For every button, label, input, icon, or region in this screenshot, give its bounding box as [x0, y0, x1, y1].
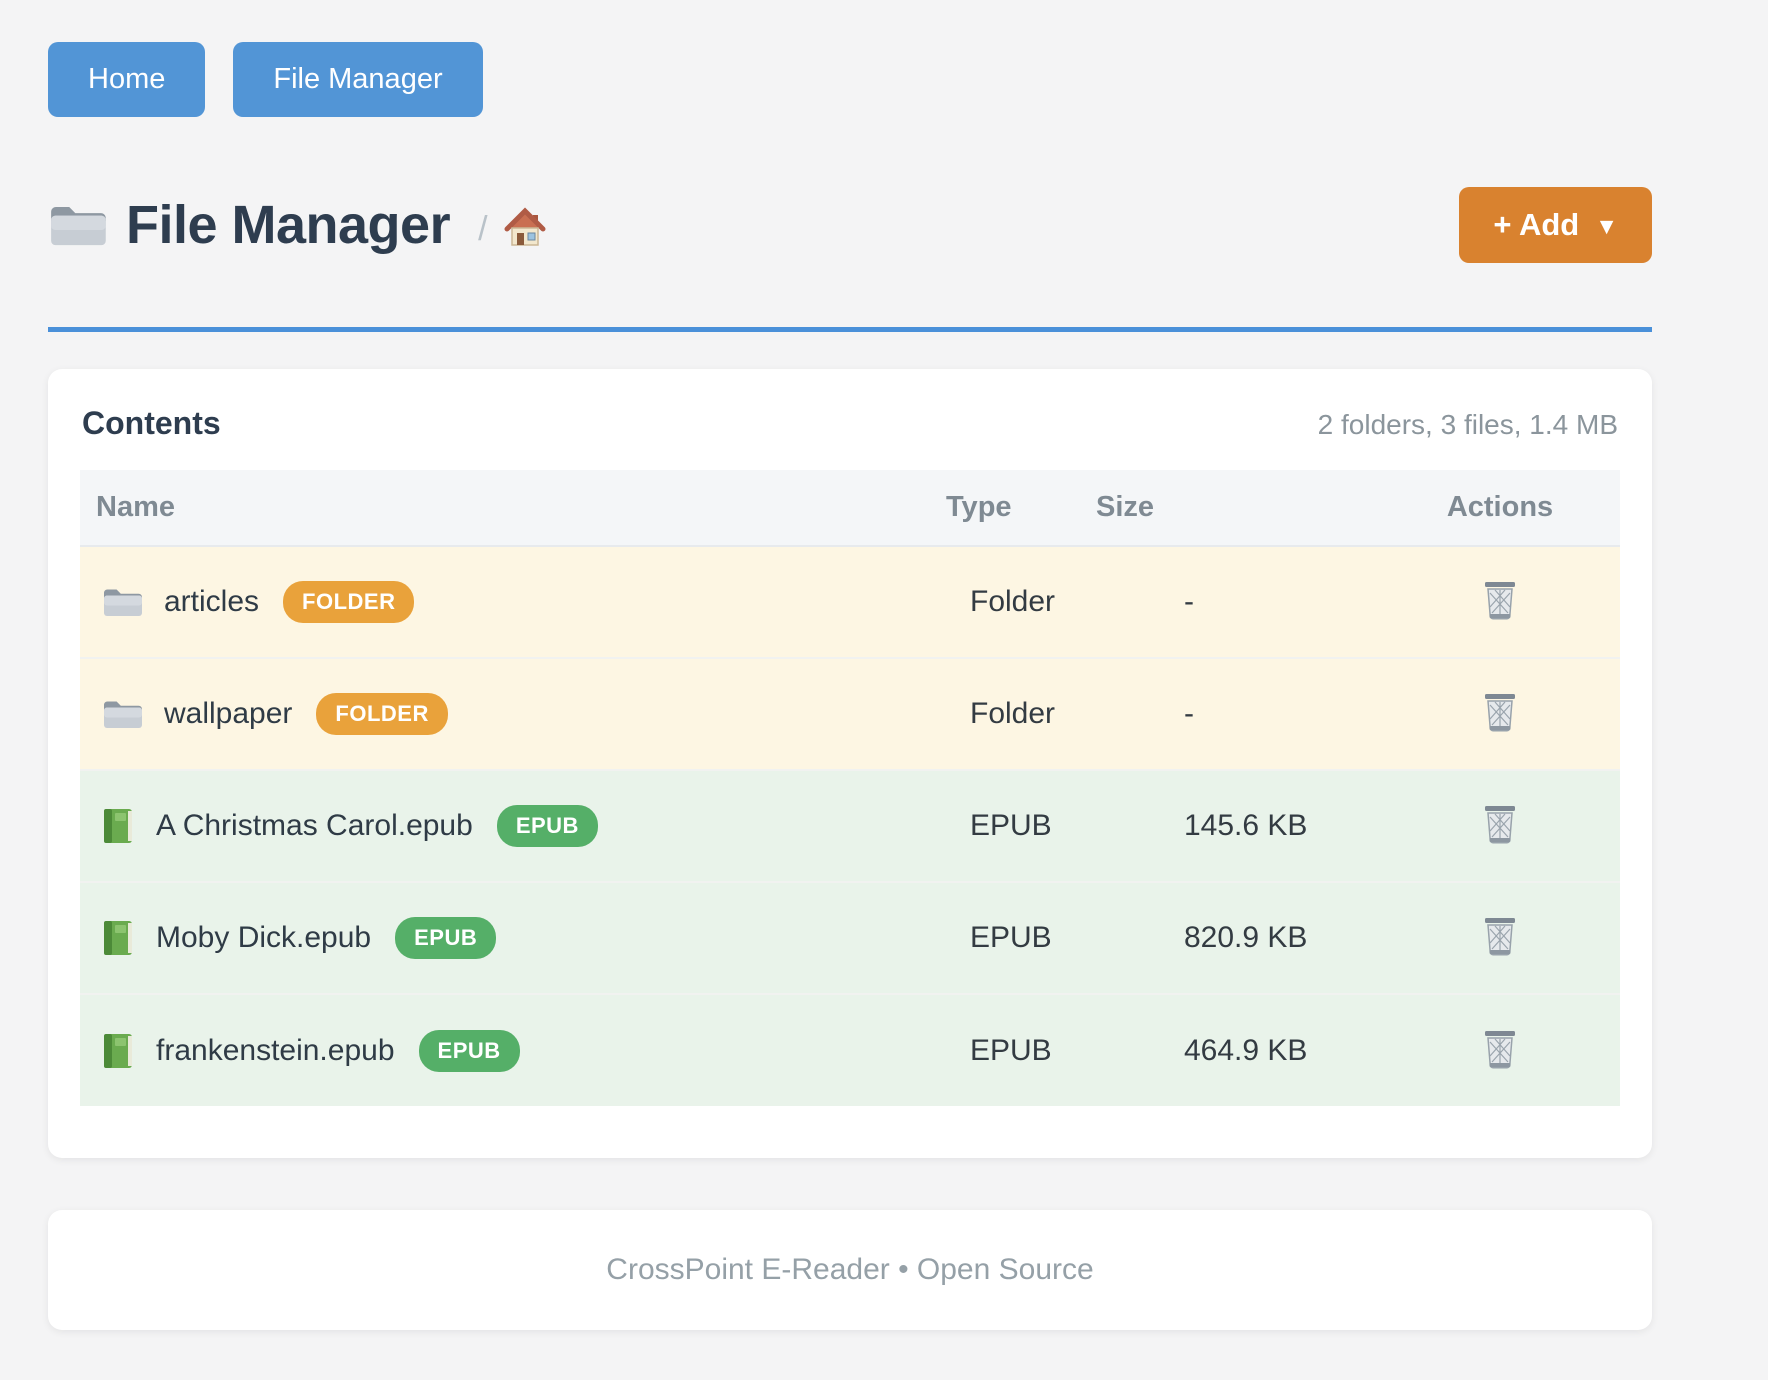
table-row[interactable]: articles FOLDER Folder - — [80, 546, 1620, 658]
column-header-actions: Actions — [1380, 470, 1620, 546]
file-name: Moby Dick.epub — [156, 921, 371, 955]
delete-button[interactable] — [1476, 576, 1524, 624]
contents-summary: 2 folders, 3 files, 1.4 MB — [1318, 409, 1618, 441]
file-name: wallpaper — [164, 697, 292, 731]
table-row[interactable]: Moby Dick.epub EPUB EPUB 820.9 KB — [80, 882, 1620, 994]
green-book-icon — [102, 807, 134, 845]
green-book-icon — [102, 1032, 134, 1070]
nav-home-button[interactable]: Home — [48, 42, 205, 117]
page-title: File Manager — [126, 194, 450, 256]
size-cell: 820.9 KB — [1080, 882, 1380, 994]
folder-icon — [102, 698, 142, 730]
file-name: frankenstein.epub — [156, 1034, 395, 1068]
page: Home File Manager File Manager / + Add ▼… — [0, 0, 1768, 1330]
file-name: articles — [164, 585, 259, 619]
trash-icon — [1482, 608, 1518, 623]
title-divider — [48, 327, 1652, 332]
type-cell: EPUB — [930, 770, 1080, 882]
type-badge: FOLDER — [283, 581, 414, 623]
type-badge: EPUB — [497, 805, 598, 847]
file-table: Name Type Size Actions articles FOLDER F… — [80, 470, 1620, 1106]
footer-text: CrossPoint E-Reader • Open Source — [606, 1253, 1093, 1287]
trash-icon — [1482, 832, 1518, 847]
green-book-icon — [102, 919, 134, 957]
type-badge: EPUB — [395, 917, 496, 959]
top-nav: Home File Manager — [48, 42, 1652, 117]
column-header-size: Size — [1080, 470, 1380, 546]
house-icon[interactable] — [504, 201, 546, 249]
page-header: File Manager / + Add ▼ — [48, 187, 1652, 263]
table-header-row: Name Type Size Actions — [80, 470, 1620, 546]
type-cell: EPUB — [930, 882, 1080, 994]
table-row[interactable]: A Christmas Carol.epub EPUB EPUB 145.6 K… — [80, 770, 1620, 882]
delete-button[interactable] — [1476, 912, 1524, 960]
breadcrumb-separator: / — [478, 210, 487, 249]
type-cell: Folder — [930, 658, 1080, 770]
size-cell: - — [1080, 658, 1380, 770]
table-row[interactable]: frankenstein.epub EPUB EPUB 464.9 KB — [80, 994, 1620, 1106]
table-row[interactable]: wallpaper FOLDER Folder - — [80, 658, 1620, 770]
size-cell: - — [1080, 546, 1380, 658]
delete-button[interactable] — [1476, 1025, 1524, 1073]
size-cell: 145.6 KB — [1080, 770, 1380, 882]
column-header-name: Name — [80, 470, 930, 546]
footer: CrossPoint E-Reader • Open Source — [48, 1210, 1652, 1330]
type-badge: FOLDER — [316, 693, 447, 735]
trash-icon — [1482, 720, 1518, 735]
contents-card: Contents 2 folders, 3 files, 1.4 MB Name… — [48, 369, 1652, 1158]
contents-header: Contents 2 folders, 3 files, 1.4 MB — [80, 405, 1620, 442]
contents-heading: Contents — [82, 405, 221, 442]
add-button-label: + Add — [1493, 207, 1579, 243]
add-button[interactable]: + Add ▼ — [1459, 187, 1652, 263]
nav-file-manager-button[interactable]: File Manager — [233, 42, 482, 117]
size-cell: 464.9 KB — [1080, 994, 1380, 1106]
type-cell: Folder — [930, 546, 1080, 658]
column-header-type: Type — [930, 470, 1080, 546]
folder-icon — [48, 202, 106, 248]
file-name: A Christmas Carol.epub — [156, 809, 473, 843]
type-badge: EPUB — [419, 1030, 520, 1072]
delete-button[interactable] — [1476, 688, 1524, 736]
trash-icon — [1482, 944, 1518, 959]
delete-button[interactable] — [1476, 800, 1524, 848]
type-cell: EPUB — [930, 994, 1080, 1106]
caret-down-icon: ▼ — [1595, 211, 1618, 240]
folder-icon — [102, 586, 142, 618]
trash-icon — [1482, 1057, 1518, 1072]
